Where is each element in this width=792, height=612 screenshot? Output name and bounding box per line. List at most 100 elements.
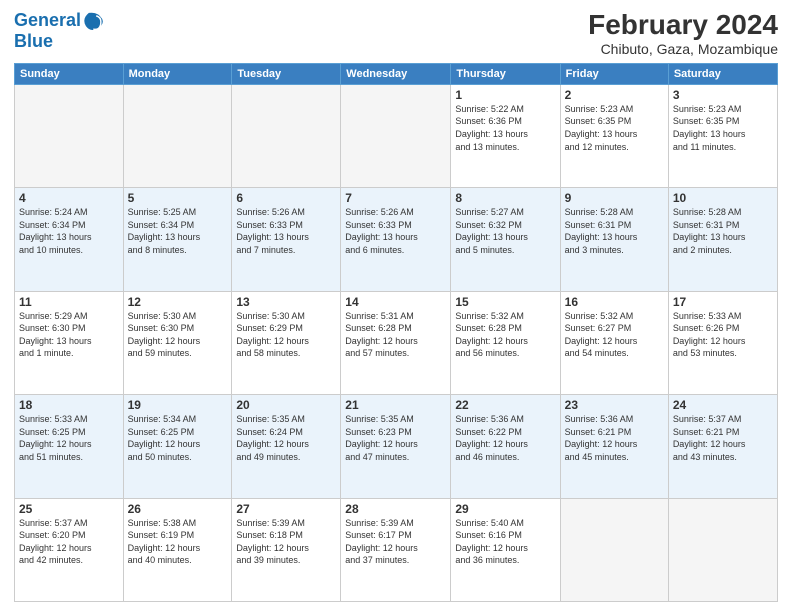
table-row: 4Sunrise: 5:24 AM Sunset: 6:34 PM Daylig… [15, 188, 124, 291]
day-info: Sunrise: 5:29 AM Sunset: 6:30 PM Dayligh… [19, 310, 119, 360]
calendar-row: 1Sunrise: 5:22 AM Sunset: 6:36 PM Daylig… [15, 84, 778, 187]
day-number: 5 [128, 191, 228, 205]
day-info: Sunrise: 5:32 AM Sunset: 6:28 PM Dayligh… [455, 310, 555, 360]
logo-text: General [14, 11, 81, 31]
table-row [15, 84, 124, 187]
col-saturday: Saturday [668, 63, 777, 84]
day-number: 16 [565, 295, 664, 309]
table-row: 16Sunrise: 5:32 AM Sunset: 6:27 PM Dayli… [560, 291, 668, 394]
day-info: Sunrise: 5:27 AM Sunset: 6:32 PM Dayligh… [455, 206, 555, 256]
table-row: 6Sunrise: 5:26 AM Sunset: 6:33 PM Daylig… [232, 188, 341, 291]
table-row: 18Sunrise: 5:33 AM Sunset: 6:25 PM Dayli… [15, 395, 124, 498]
table-row [123, 84, 232, 187]
day-number: 18 [19, 398, 119, 412]
col-sunday: Sunday [15, 63, 124, 84]
day-number: 21 [345, 398, 446, 412]
day-info: Sunrise: 5:24 AM Sunset: 6:34 PM Dayligh… [19, 206, 119, 256]
day-info: Sunrise: 5:26 AM Sunset: 6:33 PM Dayligh… [236, 206, 336, 256]
day-info: Sunrise: 5:26 AM Sunset: 6:33 PM Dayligh… [345, 206, 446, 256]
day-info: Sunrise: 5:38 AM Sunset: 6:19 PM Dayligh… [128, 517, 228, 567]
title-block: February 2024 Chibuto, Gaza, Mozambique [588, 10, 778, 57]
main-title: February 2024 [588, 10, 778, 41]
table-row: 28Sunrise: 5:39 AM Sunset: 6:17 PM Dayli… [341, 498, 451, 601]
day-number: 2 [565, 88, 664, 102]
table-row: 3Sunrise: 5:23 AM Sunset: 6:35 PM Daylig… [668, 84, 777, 187]
table-row: 13Sunrise: 5:30 AM Sunset: 6:29 PM Dayli… [232, 291, 341, 394]
table-row: 11Sunrise: 5:29 AM Sunset: 6:30 PM Dayli… [15, 291, 124, 394]
table-row: 24Sunrise: 5:37 AM Sunset: 6:21 PM Dayli… [668, 395, 777, 498]
day-number: 11 [19, 295, 119, 309]
day-number: 26 [128, 502, 228, 516]
day-number: 27 [236, 502, 336, 516]
day-info: Sunrise: 5:40 AM Sunset: 6:16 PM Dayligh… [455, 517, 555, 567]
day-number: 1 [455, 88, 555, 102]
header-row: Sunday Monday Tuesday Wednesday Thursday… [15, 63, 778, 84]
table-row: 27Sunrise: 5:39 AM Sunset: 6:18 PM Dayli… [232, 498, 341, 601]
table-row: 12Sunrise: 5:30 AM Sunset: 6:30 PM Dayli… [123, 291, 232, 394]
day-number: 24 [673, 398, 773, 412]
table-row: 9Sunrise: 5:28 AM Sunset: 6:31 PM Daylig… [560, 188, 668, 291]
day-info: Sunrise: 5:25 AM Sunset: 6:34 PM Dayligh… [128, 206, 228, 256]
day-info: Sunrise: 5:30 AM Sunset: 6:30 PM Dayligh… [128, 310, 228, 360]
table-row: 5Sunrise: 5:25 AM Sunset: 6:34 PM Daylig… [123, 188, 232, 291]
table-row [668, 498, 777, 601]
day-number: 15 [455, 295, 555, 309]
table-row: 20Sunrise: 5:35 AM Sunset: 6:24 PM Dayli… [232, 395, 341, 498]
day-number: 13 [236, 295, 336, 309]
day-info: Sunrise: 5:28 AM Sunset: 6:31 PM Dayligh… [673, 206, 773, 256]
table-row: 2Sunrise: 5:23 AM Sunset: 6:35 PM Daylig… [560, 84, 668, 187]
day-info: Sunrise: 5:37 AM Sunset: 6:20 PM Dayligh… [19, 517, 119, 567]
day-number: 17 [673, 295, 773, 309]
table-row: 21Sunrise: 5:35 AM Sunset: 6:23 PM Dayli… [341, 395, 451, 498]
day-number: 10 [673, 191, 773, 205]
day-number: 14 [345, 295, 446, 309]
day-info: Sunrise: 5:28 AM Sunset: 6:31 PM Dayligh… [565, 206, 664, 256]
table-row [560, 498, 668, 601]
calendar-row: 11Sunrise: 5:29 AM Sunset: 6:30 PM Dayli… [15, 291, 778, 394]
day-info: Sunrise: 5:33 AM Sunset: 6:25 PM Dayligh… [19, 413, 119, 463]
day-number: 8 [455, 191, 555, 205]
table-row [232, 84, 341, 187]
table-row: 1Sunrise: 5:22 AM Sunset: 6:36 PM Daylig… [451, 84, 560, 187]
table-row: 8Sunrise: 5:27 AM Sunset: 6:32 PM Daylig… [451, 188, 560, 291]
day-info: Sunrise: 5:23 AM Sunset: 6:35 PM Dayligh… [565, 103, 664, 153]
sub-title: Chibuto, Gaza, Mozambique [588, 41, 778, 57]
day-info: Sunrise: 5:33 AM Sunset: 6:26 PM Dayligh… [673, 310, 773, 360]
calendar-row: 4Sunrise: 5:24 AM Sunset: 6:34 PM Daylig… [15, 188, 778, 291]
day-number: 23 [565, 398, 664, 412]
day-number: 3 [673, 88, 773, 102]
col-tuesday: Tuesday [232, 63, 341, 84]
day-number: 28 [345, 502, 446, 516]
col-wednesday: Wednesday [341, 63, 451, 84]
day-number: 22 [455, 398, 555, 412]
table-row: 25Sunrise: 5:37 AM Sunset: 6:20 PM Dayli… [15, 498, 124, 601]
day-info: Sunrise: 5:23 AM Sunset: 6:35 PM Dayligh… [673, 103, 773, 153]
col-friday: Friday [560, 63, 668, 84]
table-row: 17Sunrise: 5:33 AM Sunset: 6:26 PM Dayli… [668, 291, 777, 394]
table-row: 23Sunrise: 5:36 AM Sunset: 6:21 PM Dayli… [560, 395, 668, 498]
calendar-row: 25Sunrise: 5:37 AM Sunset: 6:20 PM Dayli… [15, 498, 778, 601]
table-row: 15Sunrise: 5:32 AM Sunset: 6:28 PM Dayli… [451, 291, 560, 394]
logo: General Blue [14, 10, 105, 52]
header: General Blue February 2024 Chibuto, Gaza… [14, 10, 778, 57]
col-monday: Monday [123, 63, 232, 84]
day-number: 6 [236, 191, 336, 205]
table-row: 22Sunrise: 5:36 AM Sunset: 6:22 PM Dayli… [451, 395, 560, 498]
day-number: 12 [128, 295, 228, 309]
day-number: 20 [236, 398, 336, 412]
logo-text2: Blue [14, 31, 53, 51]
table-row: 10Sunrise: 5:28 AM Sunset: 6:31 PM Dayli… [668, 188, 777, 291]
day-number: 9 [565, 191, 664, 205]
day-info: Sunrise: 5:37 AM Sunset: 6:21 PM Dayligh… [673, 413, 773, 463]
day-info: Sunrise: 5:30 AM Sunset: 6:29 PM Dayligh… [236, 310, 336, 360]
day-info: Sunrise: 5:22 AM Sunset: 6:36 PM Dayligh… [455, 103, 555, 153]
col-thursday: Thursday [451, 63, 560, 84]
day-info: Sunrise: 5:35 AM Sunset: 6:24 PM Dayligh… [236, 413, 336, 463]
day-number: 29 [455, 502, 555, 516]
day-number: 19 [128, 398, 228, 412]
logo-icon [83, 10, 105, 32]
day-number: 7 [345, 191, 446, 205]
day-info: Sunrise: 5:34 AM Sunset: 6:25 PM Dayligh… [128, 413, 228, 463]
table-row: 19Sunrise: 5:34 AM Sunset: 6:25 PM Dayli… [123, 395, 232, 498]
table-row: 7Sunrise: 5:26 AM Sunset: 6:33 PM Daylig… [341, 188, 451, 291]
